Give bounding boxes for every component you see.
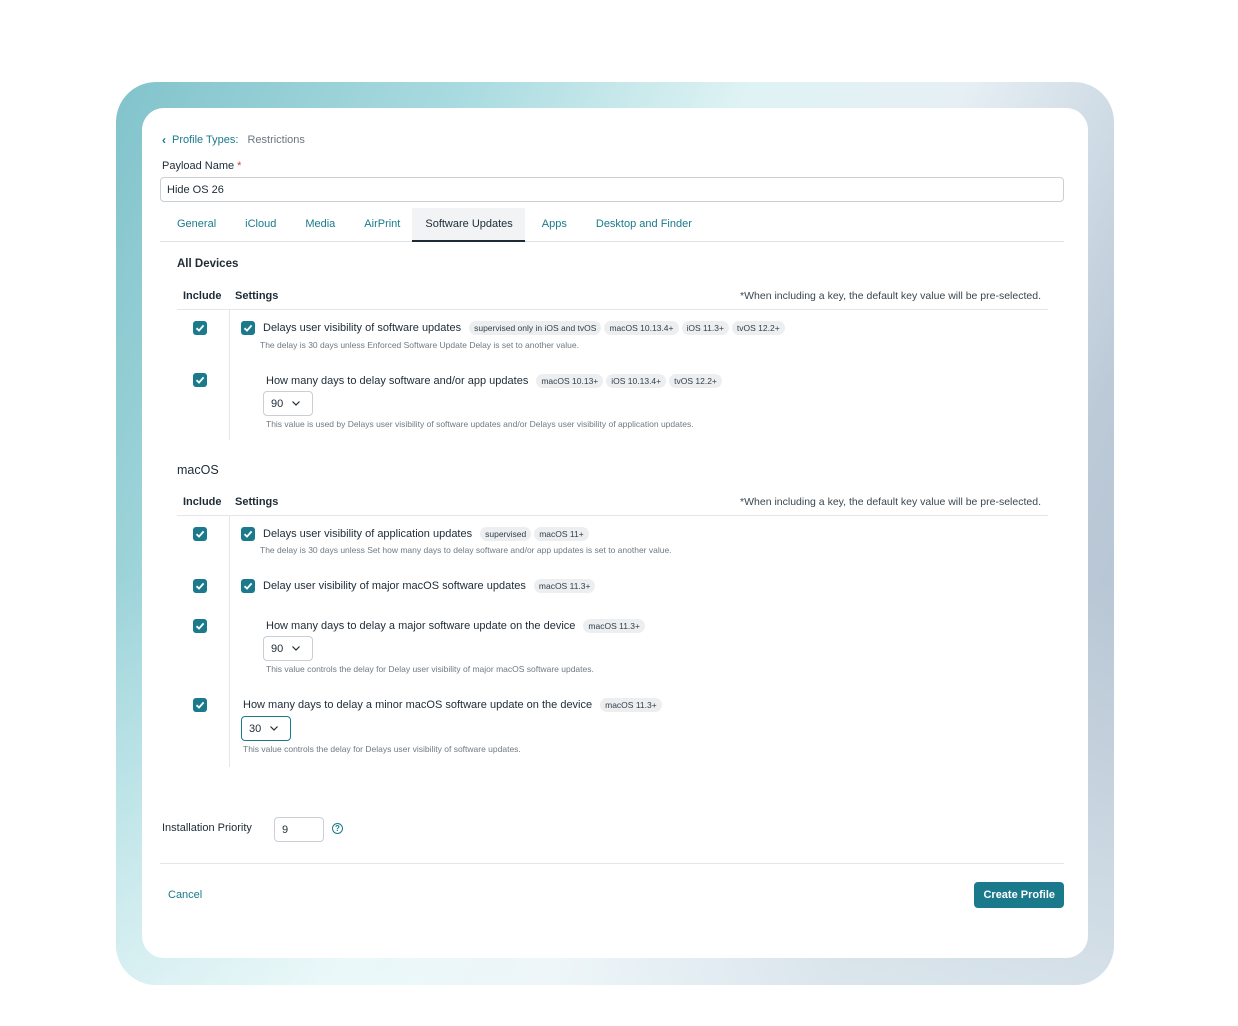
- setting-description: The delay is 30 days unless Enforced Sof…: [260, 340, 579, 350]
- select-value: 30: [249, 722, 262, 735]
- column-divider: [229, 515, 230, 767]
- checkmark-icon: [195, 376, 205, 384]
- installation-priority-label: Installation Priority: [162, 822, 252, 834]
- breadcrumb: ‹ Profile Types: Restrictions: [162, 133, 305, 147]
- setting-description: This value controls the delay for Delays…: [243, 744, 521, 754]
- platform-tag: tvOS 12.2+: [731, 321, 785, 335]
- tab-media[interactable]: Media: [288, 208, 347, 242]
- platform-tag: macOS 10.13.4+: [604, 321, 679, 335]
- minor-update-delay-select[interactable]: 30: [241, 716, 291, 741]
- setting-label: Delays user visibility of application up…: [263, 528, 473, 540]
- tab-desktop-and-finder[interactable]: Desktop and Finder: [579, 208, 704, 242]
- platform-tag: macOS 10.13+: [536, 374, 604, 388]
- cancel-button[interactable]: Cancel: [168, 889, 202, 901]
- setting-label: How many days to delay software and/or a…: [266, 375, 529, 387]
- required-mark: *: [237, 160, 242, 172]
- tab-apps[interactable]: Apps: [525, 208, 579, 242]
- checkmark-icon: [195, 622, 205, 630]
- payload-name-label-text: Payload Name: [162, 160, 235, 172]
- platform-tag: macOS 11.3+: [533, 579, 596, 593]
- column-header-include: Include: [183, 290, 222, 302]
- column-header-settings: Settings: [235, 496, 279, 508]
- include-checkbox[interactable]: [193, 527, 207, 541]
- chevron-left-icon[interactable]: ‹: [162, 133, 166, 147]
- chevron-down-icon: [292, 401, 301, 406]
- setting-description: This value is used by Delays user visibi…: [266, 419, 694, 429]
- profile-panel: ‹ Profile Types: Restrictions Payload Na…: [142, 108, 1088, 958]
- setting-label: Delay user visibility of major macOS sof…: [263, 580, 526, 592]
- breadcrumb-current: Restrictions: [247, 134, 305, 146]
- platform-tag: macOS 11+: [534, 527, 589, 541]
- select-value: 90: [271, 642, 284, 655]
- setting-label: Delays user visibility of software updat…: [263, 322, 462, 334]
- setting-row: Delays user visibility of software updat…: [241, 321, 785, 335]
- setting-row: How many days to delay a major software …: [266, 619, 645, 633]
- header-divider: [177, 515, 1048, 516]
- breadcrumb-link[interactable]: Profile Types:: [172, 134, 238, 146]
- checkmark-icon: [195, 324, 205, 332]
- chevron-down-icon: [270, 726, 279, 731]
- default-key-note: *When including a key, the default key v…: [740, 496, 1041, 508]
- include-checkbox[interactable]: [193, 619, 207, 633]
- column-header-include: Include: [183, 496, 222, 508]
- platform-tag: iOS 10.13.4+: [606, 374, 667, 388]
- tab-icloud[interactable]: iCloud: [228, 208, 288, 242]
- platform-tag: iOS 11.3+: [681, 321, 729, 335]
- include-checkbox[interactable]: [193, 698, 207, 712]
- setting-checkbox[interactable]: [241, 527, 255, 541]
- section-title-macos: macOS: [177, 463, 219, 477]
- installation-priority-input[interactable]: 9: [274, 817, 324, 842]
- checkmark-icon: [195, 530, 205, 538]
- select-value: 90: [271, 397, 284, 410]
- setting-row: How many days to delay software and/or a…: [266, 374, 722, 388]
- section-title-all-devices: All Devices: [177, 258, 239, 270]
- default-key-note: *When including a key, the default key v…: [740, 290, 1041, 302]
- major-update-delay-select[interactable]: 90: [263, 636, 313, 661]
- payload-name-input[interactable]: Hide OS 26: [160, 177, 1064, 202]
- setting-row: Delays user visibility of application up…: [241, 527, 589, 541]
- checkmark-icon: [243, 582, 253, 590]
- setting-description: This value controls the delay for Delay …: [266, 664, 594, 674]
- setting-checkbox[interactable]: [241, 579, 255, 593]
- payload-name-label: Payload Name *: [162, 160, 241, 172]
- delay-days-select[interactable]: 90: [263, 391, 313, 416]
- help-icon[interactable]: ?: [332, 823, 343, 834]
- tab-software-updates[interactable]: Software Updates: [412, 208, 525, 242]
- platform-tag: macOS 11.3+: [583, 619, 645, 633]
- setting-label: How many days to delay a minor macOS sof…: [243, 699, 593, 711]
- setting-row: How many days to delay a minor macOS sof…: [243, 698, 662, 712]
- include-checkbox[interactable]: [193, 321, 207, 335]
- checkmark-icon: [195, 582, 205, 590]
- checkmark-icon: [195, 701, 205, 709]
- platform-tag: supervised: [480, 527, 532, 541]
- setting-description: The delay is 30 days unless Set how many…: [260, 545, 672, 555]
- header-divider: [177, 309, 1048, 310]
- footer-divider: [160, 863, 1064, 864]
- tab-bar: General iCloud Media AirPrint Software U…: [160, 208, 1064, 242]
- column-divider: [229, 309, 230, 440]
- chevron-down-icon: [292, 646, 301, 651]
- platform-tag: supervised only in iOS and tvOS: [469, 321, 602, 335]
- setting-checkbox[interactable]: [241, 321, 255, 335]
- column-header-settings: Settings: [235, 290, 279, 302]
- tab-airprint[interactable]: AirPrint: [347, 208, 412, 242]
- platform-tag: tvOS 12.2+: [669, 374, 722, 388]
- create-profile-button[interactable]: Create Profile: [974, 882, 1064, 908]
- include-checkbox[interactable]: [193, 373, 207, 387]
- platform-tag: macOS 11.3+: [600, 698, 662, 712]
- include-checkbox[interactable]: [193, 579, 207, 593]
- checkmark-icon: [243, 324, 253, 332]
- setting-label: How many days to delay a major software …: [266, 620, 576, 632]
- tab-general[interactable]: General: [160, 208, 228, 242]
- setting-row: Delay user visibility of major macOS sof…: [241, 579, 596, 593]
- checkmark-icon: [243, 530, 253, 538]
